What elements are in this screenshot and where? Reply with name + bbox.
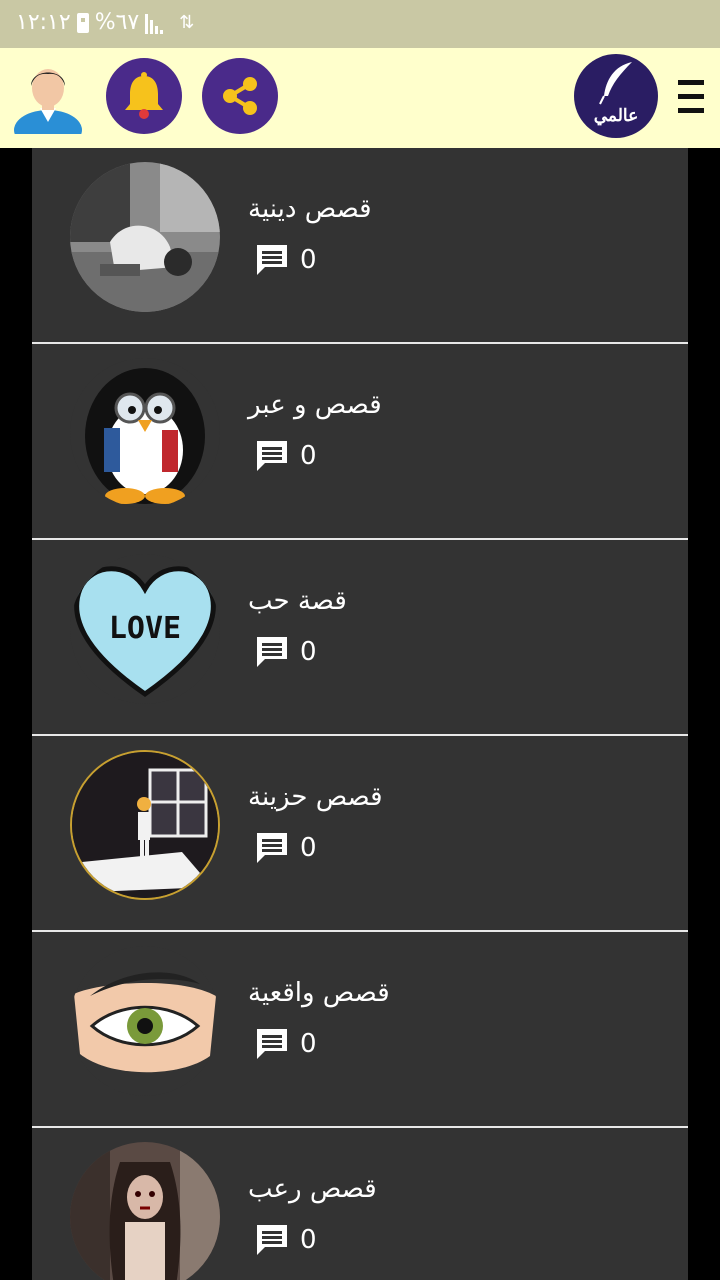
comment-count: 0: [254, 634, 317, 670]
penguin-image: [70, 358, 220, 508]
category-card-horror[interactable]: قصص رعب 0: [32, 1128, 688, 1280]
category-title: قصص رعب: [248, 1174, 377, 1204]
comment-icon: [257, 1029, 287, 1059]
sad-window-image: [70, 750, 220, 900]
status-left: ١٢:١٢ %٦٧ ⇅: [16, 8, 194, 38]
eye-image: [70, 946, 220, 1096]
comment-count: 0: [254, 1222, 317, 1258]
comment-count-value: 0: [300, 245, 317, 275]
category-card-religious[interactable]: قصص دينية 0: [32, 148, 688, 344]
comment-icon: [257, 637, 287, 667]
svg-text:LOVE: LOVE: [109, 611, 181, 646]
category-title: قصص واقعية: [248, 978, 390, 1008]
category-title: قصة حب: [248, 586, 347, 616]
share-icon: [223, 77, 257, 115]
battery-level: %٦٧: [94, 10, 140, 35]
category-card-realistic[interactable]: قصص واقعية 0: [32, 932, 688, 1128]
profile-button[interactable]: [12, 60, 84, 150]
app-logo[interactable]: عالمي: [574, 54, 658, 138]
comment-count: 0: [254, 1026, 317, 1062]
comment-count-value: 0: [300, 833, 317, 863]
comment-icon: [257, 245, 287, 275]
comment-count: 0: [254, 830, 317, 866]
comment-icon: [257, 833, 287, 863]
comment-count-value: 0: [300, 1029, 317, 1059]
feather-icon: [599, 62, 632, 105]
comment-icon: [257, 441, 287, 471]
comment-count: 0: [254, 242, 317, 278]
share-button[interactable]: [202, 58, 278, 134]
category-title: قصص و عبر: [248, 390, 382, 420]
user-avatar-icon: [14, 69, 82, 150]
data-arrows-icon: ⇅: [179, 12, 195, 33]
category-title: قصص حزينة: [248, 782, 383, 812]
notifications-button[interactable]: [106, 58, 182, 134]
category-card-sad[interactable]: قصص حزينة 0: [32, 736, 688, 932]
signal-icon: [145, 12, 164, 34]
category-title: قصص دينية: [248, 194, 372, 224]
love-heart-image: LOVE: [70, 554, 220, 704]
category-card-love[interactable]: LOVE قصة حب 0: [32, 540, 688, 736]
battery-icon: [76, 13, 89, 33]
clock: ١٢:١٢: [16, 10, 71, 35]
comment-count-value: 0: [300, 441, 317, 471]
comment-count-value: 0: [300, 637, 317, 667]
category-card-lessons[interactable]: قصص و عبر 0: [32, 344, 688, 540]
comment-count-value: 0: [300, 1225, 317, 1255]
bell-icon: [125, 72, 163, 119]
category-list[interactable]: قصص دينية 0 قصص و عبر 0 LOVE قصة حب 0 قص…: [32, 148, 688, 1280]
hamburger-menu-icon[interactable]: [678, 78, 706, 116]
comment-icon: [257, 1225, 287, 1255]
logo-text: عالمي: [593, 106, 639, 126]
horror-image: [70, 1142, 220, 1280]
status-bar: ١٢:١٢ %٦٧ ⇅: [0, 0, 720, 48]
comment-count: 0: [254, 438, 317, 474]
app-bar: عالمي: [0, 48, 720, 150]
prayer-image: [70, 162, 220, 312]
